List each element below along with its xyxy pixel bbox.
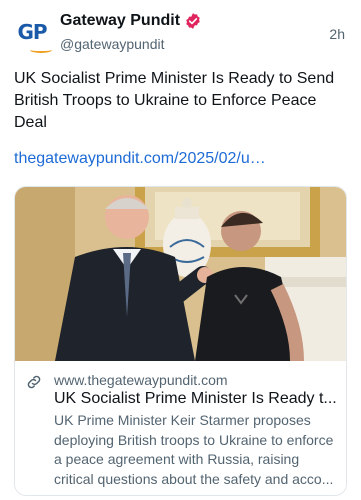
author-display-name[interactable]: Gateway Pundit <box>60 12 180 30</box>
avatar[interactable]: GP <box>14 14 52 53</box>
link-preview-card[interactable]: www.thegatewaypundit.com UK Socialist Pr… <box>14 186 347 496</box>
verified-badge-icon <box>186 13 200 29</box>
card-description: UK Prime Minister Keir Starmer proposes … <box>54 412 334 487</box>
post-timestamp[interactable]: 2h <box>329 26 345 42</box>
post-link[interactable]: thegatewaypundit.com/2025/02/u… <box>14 150 266 168</box>
author-name-row: Gateway Pundit <box>60 12 202 30</box>
card-image[interactable] <box>15 187 346 361</box>
card-domain: www.thegatewaypundit.com <box>54 372 228 388</box>
avatar-swoosh <box>30 47 52 53</box>
avatar-logo-text: GP <box>17 20 47 44</box>
card-meta: www.thegatewaypundit.com UK Socialist Pr… <box>15 361 346 495</box>
post-text: UK Socialist Prime Minister Is Ready to … <box>14 70 335 131</box>
link-icon <box>27 375 41 389</box>
card-title[interactable]: UK Socialist Prime Minister Is Ready t..… <box>54 390 339 408</box>
author-handle[interactable]: @gatewaypundit <box>60 36 165 52</box>
